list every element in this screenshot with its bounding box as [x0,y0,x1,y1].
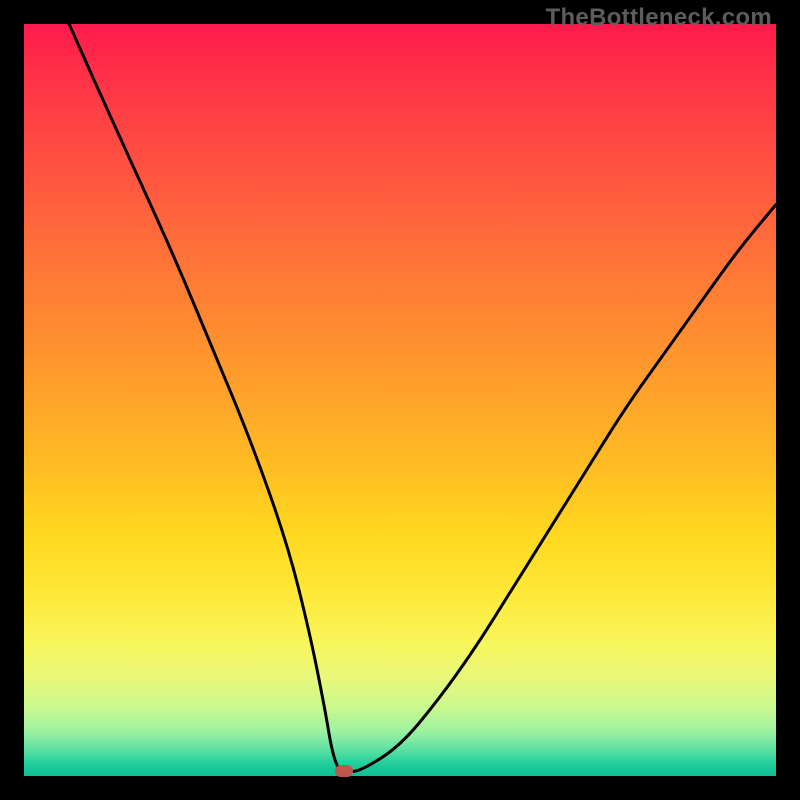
watermark-text: TheBottleneck.com [546,4,772,32]
bottleneck-curve [24,24,776,776]
optimum-marker [335,765,353,777]
chart-plot-area [24,24,776,776]
